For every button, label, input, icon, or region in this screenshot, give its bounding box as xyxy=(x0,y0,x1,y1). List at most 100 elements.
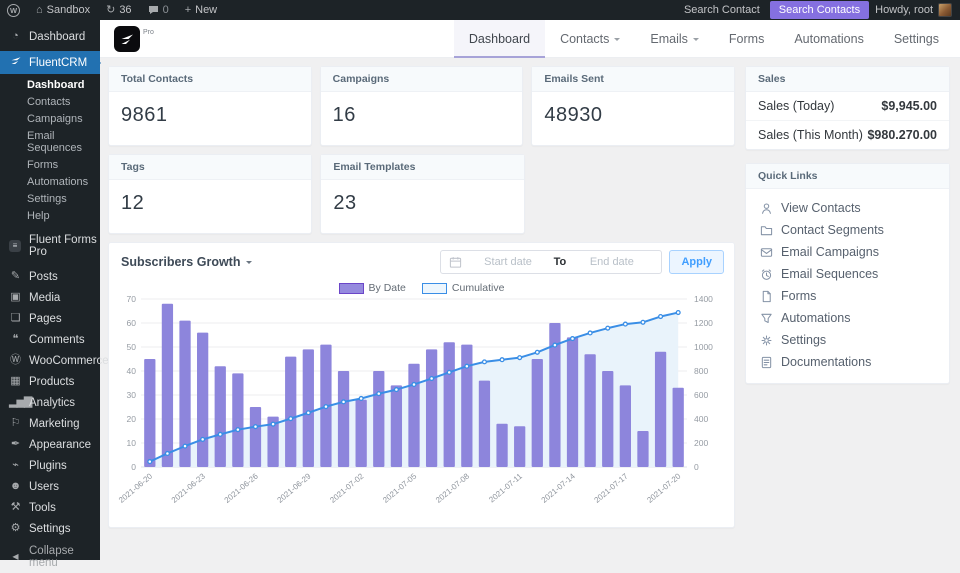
sidebar-item-comments[interactable]: ❝ Comments xyxy=(0,329,100,350)
stat-label: Tags xyxy=(109,155,311,180)
stat-card-total-contacts: Total Contacts 9861 xyxy=(108,66,312,146)
sidebar-item-marketing[interactable]: ⚐ Marketing xyxy=(0,413,100,434)
fluentcrm-logo-icon xyxy=(114,26,140,52)
fluentcrm-top-nav: Pro Dashboard Contacts Emails Forms Auto… xyxy=(100,20,960,58)
wp-logo-menu[interactable]: W xyxy=(0,0,27,20)
quick-link-automations[interactable]: Automations xyxy=(746,307,949,329)
submenu-automations[interactable]: Automations xyxy=(0,173,100,190)
sidebar-item-users[interactable]: ☻ Users xyxy=(0,476,100,497)
submenu-forms[interactable]: Forms xyxy=(0,156,100,173)
svg-text:1000: 1000 xyxy=(694,342,713,352)
howdy-account-link[interactable]: Howdy, root xyxy=(875,4,933,16)
submenu-campaigns[interactable]: Campaigns xyxy=(0,110,100,127)
file-icon xyxy=(760,290,773,303)
sidebar-item-fluentcrm[interactable]: FluentCRM xyxy=(0,51,100,74)
submenu-email-sequences[interactable]: Email Sequences xyxy=(0,127,100,156)
subscribers-growth-title[interactable]: Subscribers Growth xyxy=(121,255,252,269)
svg-text:1200: 1200 xyxy=(694,318,713,328)
wp-admin-bar: W ⌂ Sandbox ↻ 36 0 + New Search Contact … xyxy=(0,0,960,20)
quick-link-forms[interactable]: Forms xyxy=(746,285,949,307)
svg-text:2021-07-05: 2021-07-05 xyxy=(381,471,419,505)
sales-month-label: Sales (This Month) xyxy=(758,128,863,142)
comments-link[interactable]: 0 xyxy=(141,0,176,20)
tab-forms[interactable]: Forms xyxy=(714,20,779,58)
svg-text:0: 0 xyxy=(131,462,136,472)
updates-count: 36 xyxy=(119,4,131,16)
sidebar-item-dashboard[interactable]: ◔ Dashboard xyxy=(0,26,100,47)
media-icon: ▣ xyxy=(9,292,22,303)
sidebar-item-tools[interactable]: ⚒ Tools xyxy=(0,497,100,518)
search-contact-input[interactable]: Search Contact xyxy=(680,4,764,16)
document-icon xyxy=(760,356,773,369)
submenu-dashboard[interactable]: Dashboard xyxy=(0,76,100,93)
stat-value: 12 xyxy=(109,180,311,227)
site-name-link[interactable]: ⌂ Sandbox xyxy=(29,0,97,20)
svg-text:40: 40 xyxy=(127,366,137,376)
sales-today-value: $9,945.00 xyxy=(881,99,937,113)
quick-links-card: Quick Links View Contacts Contact Segmen… xyxy=(745,163,950,384)
sidebar-item-woocommerce[interactable]: Ⓦ WooCommerce xyxy=(0,350,100,371)
svg-text:2021-07-17: 2021-07-17 xyxy=(593,471,631,505)
search-contacts-button[interactable]: Search Contacts xyxy=(770,1,869,19)
user-avatar[interactable] xyxy=(938,3,952,17)
tools-icon: ⚒ xyxy=(9,502,22,513)
stat-label: Emails Sent xyxy=(532,67,734,92)
sidebar-item-media[interactable]: ▣ Media xyxy=(0,287,100,308)
quick-link-view-contacts[interactable]: View Contacts xyxy=(746,197,949,219)
svg-text:2021-07-02: 2021-07-02 xyxy=(328,471,366,505)
fluentcrm-submenu: Dashboard Contacts Campaigns Email Seque… xyxy=(0,74,100,230)
quick-link-contact-segments[interactable]: Contact Segments xyxy=(746,219,949,241)
end-date-input[interactable]: End date xyxy=(570,256,653,268)
svg-text:600: 600 xyxy=(694,390,708,400)
comments-count: 0 xyxy=(163,4,169,16)
sidebar-item-appearance[interactable]: ✒ Appearance xyxy=(0,434,100,455)
tab-settings[interactable]: Settings xyxy=(879,20,954,58)
sales-card: Sales Sales (Today) $9,945.00 Sales (Thi… xyxy=(745,66,950,150)
apply-button[interactable]: Apply xyxy=(669,250,724,274)
date-range-picker[interactable]: Start date To End date xyxy=(440,250,662,274)
quick-link-documentations[interactable]: Documentations xyxy=(746,351,949,373)
pro-badge: Pro xyxy=(143,29,154,52)
svg-text:60: 60 xyxy=(127,318,137,328)
tab-emails[interactable]: Emails xyxy=(635,20,714,58)
sidebar-item-posts[interactable]: ✎ Posts xyxy=(0,266,100,287)
tab-automations[interactable]: Automations xyxy=(779,20,878,58)
sidebar-item-analytics[interactable]: ▂▅▇ Analytics xyxy=(0,392,100,413)
fluentcrm-brand[interactable]: Pro xyxy=(114,26,154,52)
woocommerce-icon: Ⓦ xyxy=(9,355,22,366)
quick-link-email-sequences[interactable]: Email Sequences xyxy=(746,263,949,285)
new-content-link[interactable]: + New xyxy=(178,0,224,20)
sidebar-item-plugins[interactable]: ⌁ Plugins xyxy=(0,455,100,476)
stat-card-emails-sent: Emails Sent 48930 xyxy=(531,66,735,146)
submenu-help[interactable]: Help xyxy=(0,207,100,224)
tab-dashboard[interactable]: Dashboard xyxy=(454,20,545,58)
wordpress-logo-icon: W xyxy=(7,4,20,17)
sidebar-item-settings[interactable]: ⚙ Settings xyxy=(0,518,100,539)
comments-icon: ❝ xyxy=(9,334,22,345)
sales-month-value: $980.270.00 xyxy=(867,128,937,142)
stat-label: Campaigns xyxy=(321,67,523,92)
svg-text:2021-06-23: 2021-06-23 xyxy=(170,471,208,505)
tab-contacts[interactable]: Contacts xyxy=(545,20,635,58)
svg-text:2021-06-20: 2021-06-20 xyxy=(117,471,155,505)
svg-text:800: 800 xyxy=(694,366,708,376)
sidebar-item-fluent-forms-pro[interactable]: ≡ Fluent Forms Pro xyxy=(0,230,100,262)
collapse-menu-button[interactable]: ◀ Collapse menu xyxy=(0,541,100,573)
users-icon: ☻ xyxy=(9,481,22,492)
sidebar-item-products[interactable]: ▦ Products xyxy=(0,371,100,392)
stat-label: Email Templates xyxy=(321,155,523,180)
content-area: Pro Dashboard Contacts Emails Forms Auto… xyxy=(100,20,960,560)
updates-link[interactable]: ↻ 36 xyxy=(99,0,138,20)
alarm-clock-icon xyxy=(760,268,773,281)
submenu-contacts[interactable]: Contacts xyxy=(0,93,100,110)
sales-today-label: Sales (Today) xyxy=(758,99,834,113)
submenu-settings[interactable]: Settings xyxy=(0,190,100,207)
start-date-input[interactable]: Start date xyxy=(466,256,549,268)
quick-link-settings[interactable]: Settings xyxy=(746,329,949,351)
svg-text:2021-06-29: 2021-06-29 xyxy=(275,471,313,505)
updates-icon: ↻ xyxy=(106,5,115,16)
quick-link-email-campaigns[interactable]: Email Campaigns xyxy=(746,241,949,263)
svg-text:70: 70 xyxy=(127,294,137,304)
sidebar-item-pages[interactable]: ❏ Pages xyxy=(0,308,100,329)
appearance-icon: ✒ xyxy=(9,439,22,450)
